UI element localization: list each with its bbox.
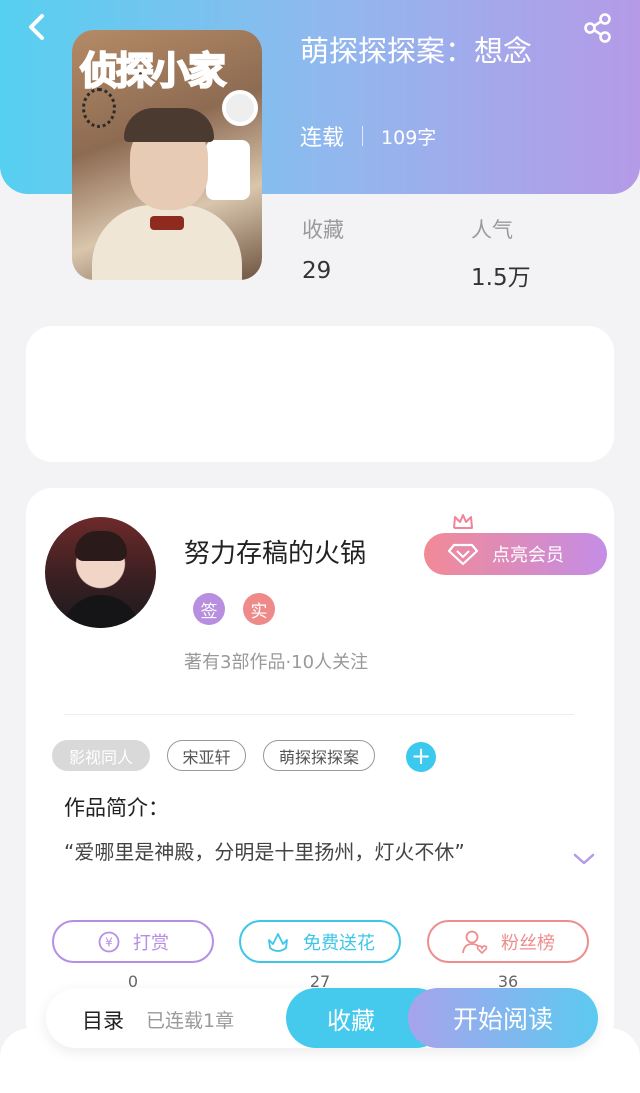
book-cover-image[interactable]: 侦探小家 <box>72 30 262 280</box>
stat-label: 收藏 <box>302 218 344 242</box>
tip-label: 打赏 <box>133 932 169 954</box>
author-stats: 著有3部作品·10人关注 <box>184 652 369 673</box>
cover-figure-bowtie <box>150 216 184 230</box>
cover-figure-hat <box>124 108 214 142</box>
flower-icon <box>265 930 291 954</box>
intro-heading: 作品简介： <box>64 796 169 820</box>
cover-title-art: 侦探小家 <box>79 48 227 94</box>
read-label: 开始阅读 <box>452 1005 553 1034</box>
yen-icon: ¥ <box>97 930 121 954</box>
badge-verified: 实 <box>243 593 275 625</box>
diamond-icon <box>448 543 478 565</box>
fan-icon <box>461 929 489 955</box>
book-meta: 连载 109字 <box>300 120 436 152</box>
send-flower-label: 免费送花 <box>303 932 375 954</box>
section-divider <box>64 714 574 715</box>
word-count: 109字 <box>381 126 437 149</box>
avatar-hair <box>75 531 127 561</box>
avatar-body <box>61 595 141 628</box>
author-name[interactable]: 努力存稿的火锅 <box>184 533 366 570</box>
meta-divider <box>362 126 364 146</box>
fan-ranking-button[interactable]: 粉丝榜 <box>427 920 589 963</box>
share-icon[interactable] <box>582 12 614 44</box>
serial-status: 连载 <box>300 126 345 151</box>
vip-activate-button[interactable]: 点亮会员 <box>424 533 607 575</box>
book-title: 萌探探探案：想念 <box>300 34 533 68</box>
favorite-label: 收藏 <box>327 1006 375 1035</box>
vip-button-label: 点亮会员 <box>492 545 564 566</box>
svg-text:¥: ¥ <box>105 935 113 949</box>
add-tag-button[interactable]: + <box>406 742 436 772</box>
chapter-status[interactable]: 已连载1章 <box>146 1006 234 1033</box>
fan-ranking-label: 粉丝榜 <box>501 932 555 954</box>
back-arrow-icon[interactable] <box>22 10 52 44</box>
stat-value: 1.5万 <box>471 265 531 291</box>
send-flower-button[interactable]: 免费送花 <box>239 920 401 963</box>
stat-label: 人气 <box>471 218 513 242</box>
tag-character[interactable]: 宋亚轩 <box>167 740 246 771</box>
start-reading-button[interactable]: 开始阅读 <box>408 988 598 1048</box>
tip-button[interactable]: ¥ 打赏 <box>52 920 214 963</box>
intro-text: “爱哪里是神殿，分明是十里扬州，灯火不休” <box>64 840 465 864</box>
tag-show[interactable]: 萌探探探案 <box>263 740 375 771</box>
badge-signed: 签 <box>193 593 225 625</box>
stat-value: 29 <box>302 258 332 284</box>
footprints-icon <box>206 140 250 200</box>
author-avatar[interactable] <box>45 517 156 628</box>
table-of-contents-button[interactable]: 目录 <box>82 1005 124 1035</box>
empty-content-card <box>26 326 614 462</box>
tag-category[interactable]: 影视同人 <box>52 740 150 771</box>
magnifier-icon <box>222 90 258 126</box>
stat-popularity: 人气 1.5万 <box>471 214 531 292</box>
crown-icon <box>453 514 473 529</box>
chevron-down-icon[interactable] <box>572 850 596 868</box>
stat-favorites: 收藏 29 <box>302 214 344 284</box>
